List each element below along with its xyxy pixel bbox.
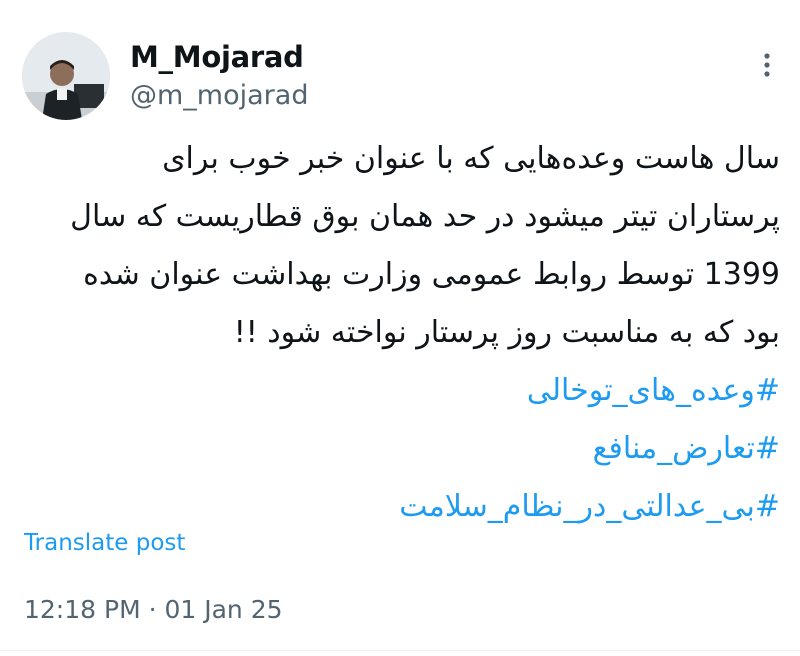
hashtag-link[interactable]: #بی_عدالتی_در_نظام_سلامت <box>20 478 780 536</box>
post-text-line: 1399 توسط روابط عمومی وزارت بهداشت عنوان… <box>83 257 780 292</box>
post-text-line: پرستاران تیتر میشود در حد همان بوق قطاری… <box>70 199 780 234</box>
username-handle[interactable]: @m_mojarad <box>130 80 308 111</box>
avatar-photo <box>22 32 110 120</box>
more-options-icon[interactable] <box>752 50 782 80</box>
display-name[interactable]: M_Mojarad <box>130 40 304 74</box>
post-text-line: بود که به مناسبت روز پرستار نواخته شود !… <box>233 315 780 350</box>
translate-post-link[interactable]: Translate post <box>24 530 185 556</box>
divider <box>0 650 800 651</box>
post-timestamp[interactable]: 12:18 PM · 01 Jan 25 <box>24 595 283 624</box>
post-text-line: سال هاست وعده‌هایی که با عنوان خبر خوب ب… <box>162 141 780 176</box>
hashtag-link[interactable]: #تعارض_منافع <box>20 420 780 478</box>
hashtag-link[interactable]: #وعده_های_توخالی <box>20 362 780 420</box>
avatar[interactable] <box>22 32 110 120</box>
post-text: سال هاست وعده‌هایی که با عنوان خبر خوب ب… <box>20 130 780 536</box>
